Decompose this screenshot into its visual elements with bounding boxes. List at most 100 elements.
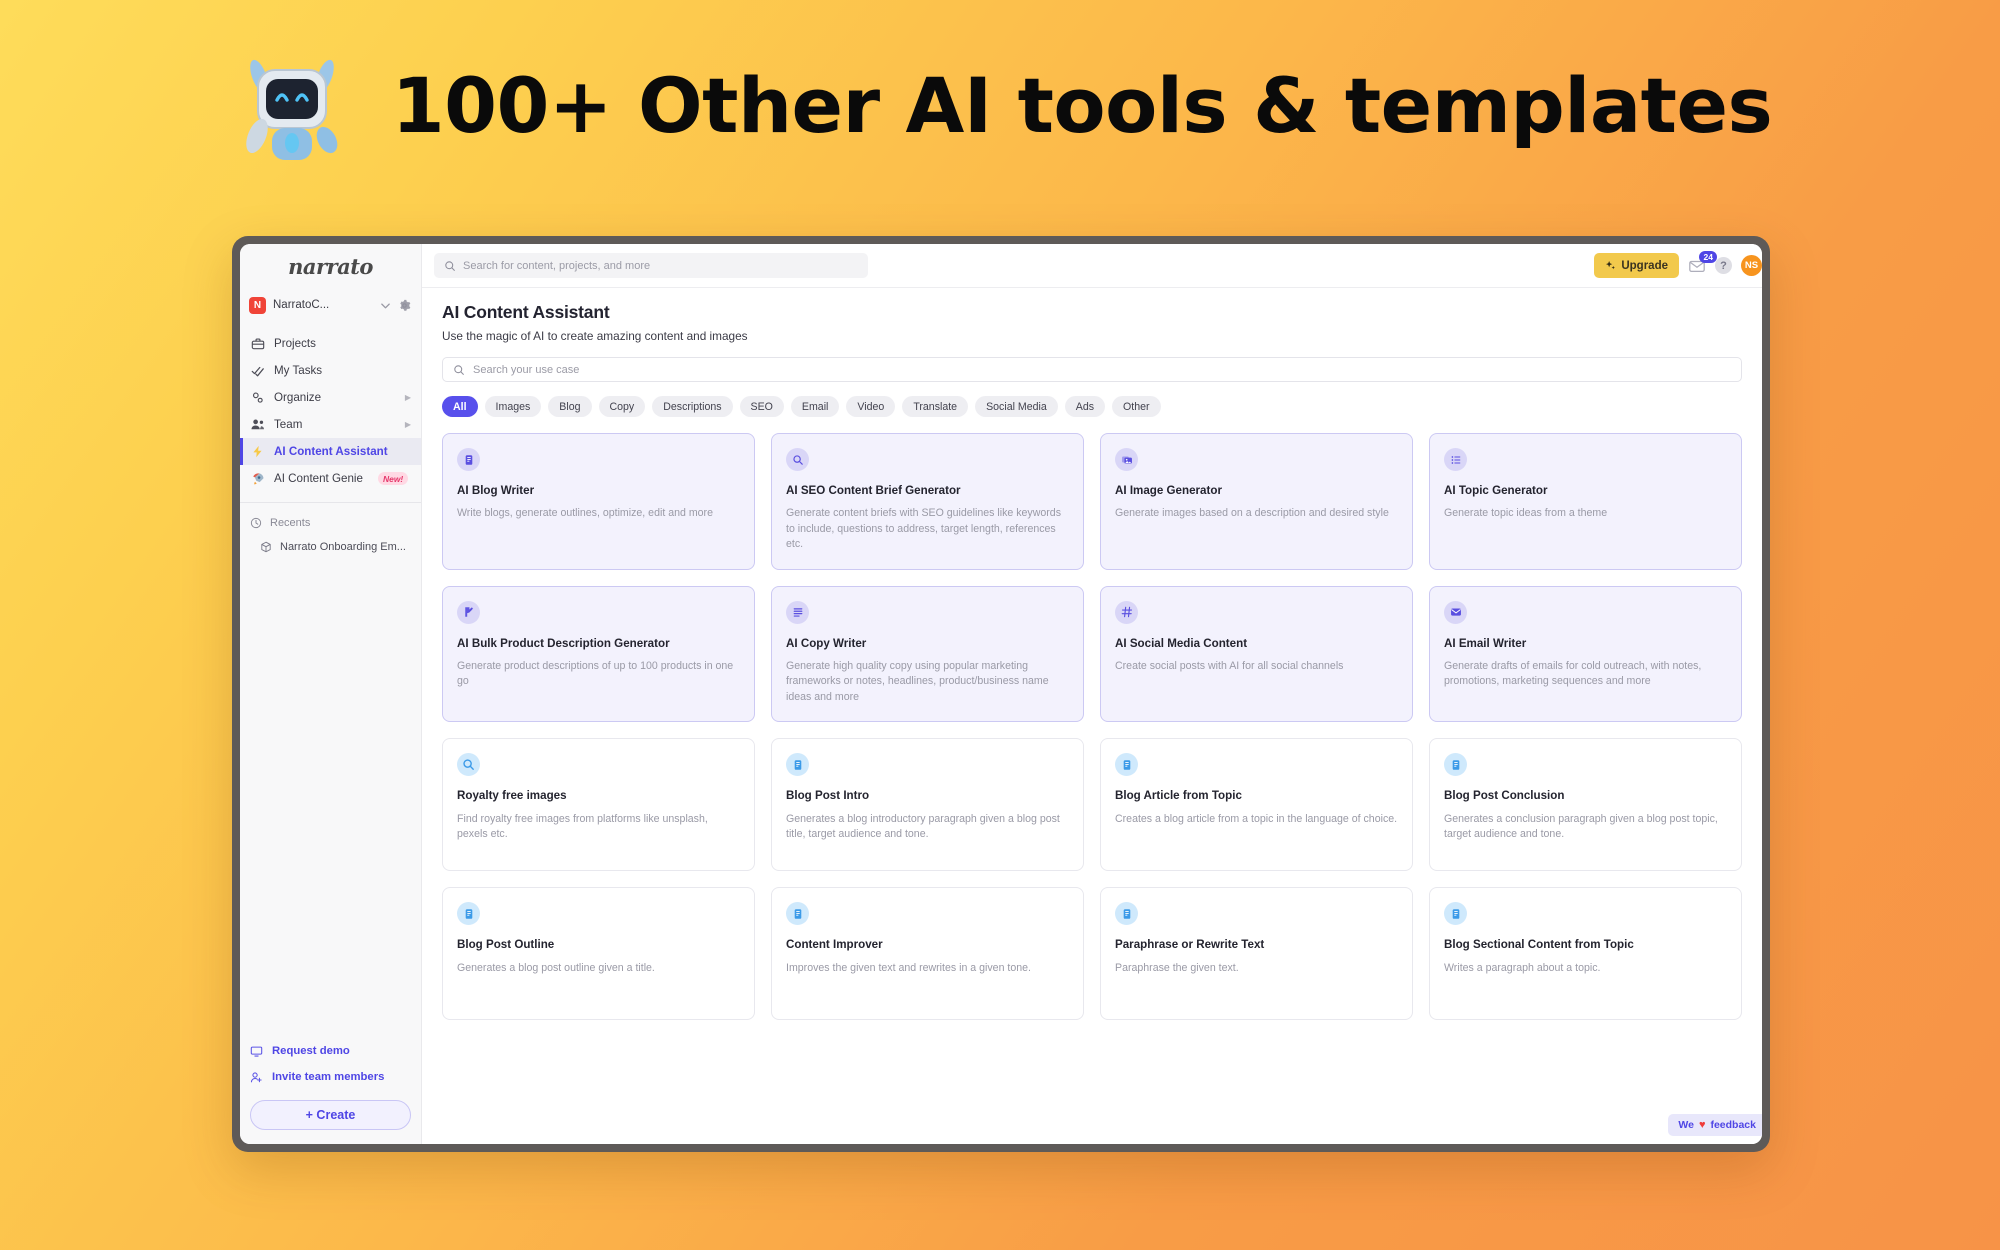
tool-card[interactable]: AI Bulk Product Description Generator Gen… xyxy=(442,585,755,723)
tool-card[interactable]: Royalty free images Find royalty free ima… xyxy=(442,738,755,872)
upgrade-button[interactable]: Upgrade xyxy=(1594,253,1679,278)
heart-icon: ♥ xyxy=(1698,1119,1706,1131)
recent-item-label: Narrato Onboarding Em... xyxy=(280,541,406,553)
sidebar-item-team[interactable]: Team ▶ xyxy=(240,411,421,438)
messages-button[interactable]: 24 xyxy=(1688,250,1718,275)
tool-card-description: Generates a conclusion paragraph given a… xyxy=(1444,812,1718,840)
sidebar-item-label: Team xyxy=(274,418,303,431)
filter-chip-email[interactable]: Email xyxy=(790,396,840,417)
tool-card-description: Create social posts with AI for all soci… xyxy=(1115,660,1344,673)
tool-card[interactable]: AI SEO Content Brief Generator Generate c… xyxy=(771,433,1084,570)
sidebar-item-ai-content-assistant[interactable]: AI Content Assistant xyxy=(240,438,421,465)
document-lines-icon xyxy=(1115,753,1138,777)
tool-card[interactable]: AI Social Media Content Create social pos… xyxy=(1100,585,1413,723)
sidebar-item-label: Projects xyxy=(274,337,316,350)
tool-card[interactable]: Content Improver Improves the given text … xyxy=(771,887,1084,1021)
tool-card-title: AI Topic Generator xyxy=(1444,484,1548,497)
tool-card-description: Writes a paragraph about a topic. xyxy=(1444,961,1601,974)
sidebar-item-label: My Tasks xyxy=(274,364,323,377)
tool-card-description: Paraphrase the given text. xyxy=(1115,961,1239,974)
usecase-search-input[interactable]: Search your use case xyxy=(442,357,1742,382)
tool-card[interactable]: Blog Article from Topic Creates a blog ar… xyxy=(1100,738,1413,872)
tool-card-description: Generate content briefs with SEO guideli… xyxy=(786,507,1061,551)
tool-card-description: Generates a blog post outline given a ti… xyxy=(457,961,655,974)
tool-card[interactable]: AI Topic Generator Generate topic ideas f… xyxy=(1429,433,1742,570)
clock-icon xyxy=(250,517,263,529)
request-demo-link[interactable]: Request demo xyxy=(250,1038,411,1064)
feedback-suffix: feedback xyxy=(1710,1119,1756,1131)
tool-card-title: AI Blog Writer xyxy=(457,484,535,497)
sidebar-item-my-tasks[interactable]: My Tasks xyxy=(240,357,421,384)
gear-icon[interactable] xyxy=(398,299,411,312)
tool-card-title: Blog Sectional Content from Topic xyxy=(1444,938,1634,952)
filter-chip-blog[interactable]: Blog xyxy=(548,396,592,417)
tool-card-title: Content Improver xyxy=(786,938,883,952)
filter-chip-seo[interactable]: SEO xyxy=(739,396,784,417)
tool-card-description: Generate product descriptions of up to 1… xyxy=(457,660,734,688)
filter-chip-all[interactable]: All xyxy=(442,396,478,417)
tool-card-title: Blog Post Conclusion xyxy=(1444,789,1565,803)
filter-chip-translate[interactable]: Translate xyxy=(902,396,969,417)
tool-card[interactable]: AI Image Generator Generate images based … xyxy=(1100,433,1413,570)
tool-card-title: AI Copy Writer xyxy=(786,636,867,650)
create-button[interactable]: + Create xyxy=(250,1100,411,1130)
tools-scroll-area[interactable]: AI Blog Writer Write blogs, generate outl… xyxy=(422,417,1762,1144)
filter-chip-copy[interactable]: Copy xyxy=(598,396,646,417)
page-subtitle: Use the magic of AI to create amazing co… xyxy=(442,329,748,343)
workspace-name: NarratoC... xyxy=(273,299,330,311)
sidebar-item-organize[interactable]: Organize ▶ xyxy=(240,384,421,411)
search-icon xyxy=(457,753,480,777)
filter-chip-descriptions[interactable]: Descriptions xyxy=(652,396,733,417)
help-icon[interactable]: ? xyxy=(1715,257,1732,274)
hero-title: 100+ Other AI tools & templates xyxy=(391,60,1773,150)
tool-card[interactable]: AI Email Writer Generate drafts of emails… xyxy=(1429,585,1742,723)
sidebar-item-label: AI Content Assistant xyxy=(274,445,388,458)
tool-card[interactable]: AI Copy Writer Generate high quality copy… xyxy=(771,585,1084,723)
sidebar-item-ai-content-genie[interactable]: AI Content Genie New! xyxy=(240,465,421,492)
workspace-switcher[interactable]: N NarratoC... xyxy=(240,288,421,322)
tool-card-title: AI Image Generator xyxy=(1115,484,1222,497)
list-icon xyxy=(1444,448,1467,471)
feedback-button[interactable]: We ♥ feedback xyxy=(1668,1114,1762,1136)
filter-chip-social-media[interactable]: Social Media xyxy=(975,396,1058,417)
usecase-search-placeholder: Search your use case xyxy=(473,363,580,376)
tool-card[interactable]: Paraphrase or Rewrite Text Paraphrase the… xyxy=(1100,887,1413,1021)
filter-chip-video[interactable]: Video xyxy=(846,396,896,417)
briefcase-icon xyxy=(250,337,265,351)
tool-card[interactable]: Blog Post Intro Generates a blog introduc… xyxy=(771,738,1084,872)
filter-chip-ads[interactable]: Ads xyxy=(1064,396,1106,417)
tool-card[interactable]: Blog Sectional Content from Topic Writes … xyxy=(1429,887,1742,1021)
invite-team-label: Invite team members xyxy=(272,1071,385,1083)
tool-card-title: Blog Post Intro xyxy=(786,789,870,803)
filter-chip-images[interactable]: Images xyxy=(484,396,542,417)
filter-chip-other[interactable]: Other xyxy=(1112,396,1161,417)
document-lines-icon xyxy=(1444,902,1467,926)
cogs-icon xyxy=(250,391,265,405)
tool-card-description: Generate images based on a description a… xyxy=(1115,507,1389,520)
new-badge: New! xyxy=(377,472,409,485)
sidebar-item-projects[interactable]: Projects xyxy=(240,330,421,357)
sidebar-footer: Request demo Invite team members + Creat… xyxy=(240,1038,421,1144)
page-header: AI Content Assistant Use the magic of AI… xyxy=(422,288,1762,343)
robot-mascot-icon xyxy=(228,40,358,170)
tool-card[interactable]: AI Blog Writer Write blogs, generate outl… xyxy=(442,433,755,570)
tool-card[interactable]: Blog Post Outline Generates a blog post o… xyxy=(442,887,755,1021)
search-icon xyxy=(453,364,465,376)
messages-count-badge: 24 xyxy=(1699,250,1718,264)
request-demo-label: Request demo xyxy=(272,1045,350,1057)
topbar-actions: Upgrade 24 ? NS xyxy=(1594,250,1762,278)
recent-item[interactable]: Narrato Onboarding Em... xyxy=(240,535,421,559)
tool-card-title: Blog Post Outline xyxy=(457,938,555,952)
global-search-input[interactable]: Search for content, projects, and more xyxy=(434,253,868,278)
tool-card-description: Find royalty free images from platforms … xyxy=(457,812,708,840)
tool-card[interactable]: Blog Post Conclusion Generates a conclusi… xyxy=(1429,738,1742,872)
invite-team-members-link[interactable]: Invite team members xyxy=(250,1064,411,1090)
magnifier-doc-icon xyxy=(786,448,809,471)
avatar[interactable]: NS xyxy=(1741,255,1762,276)
top-bar: Search for content, projects, and more U… xyxy=(422,244,1762,288)
global-search-placeholder: Search for content, projects, and more xyxy=(463,259,651,272)
app-logo: narrato xyxy=(288,253,373,279)
chevron-down-icon[interactable] xyxy=(380,300,391,311)
rocket-icon xyxy=(250,472,265,486)
recents-header: Recents xyxy=(240,511,421,535)
